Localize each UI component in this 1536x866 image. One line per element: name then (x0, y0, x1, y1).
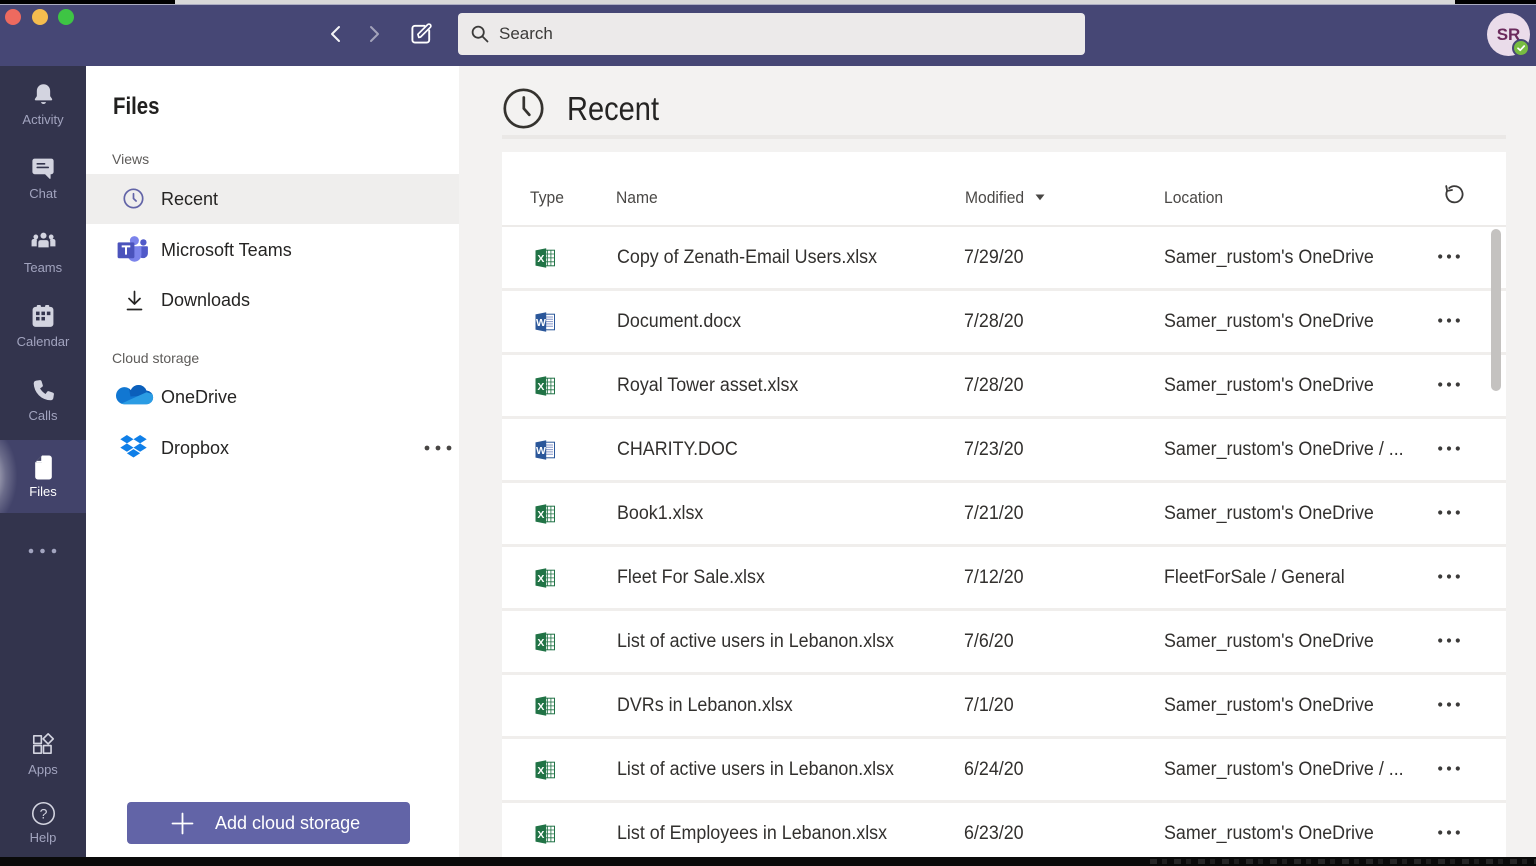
svg-text:?: ? (39, 805, 47, 821)
svg-text:W: W (536, 317, 546, 329)
svg-text:X: X (537, 573, 544, 585)
svg-text:X: X (537, 829, 544, 841)
svg-text:X: X (537, 765, 544, 777)
svg-text:X: X (537, 253, 544, 265)
svg-text:W: W (536, 445, 546, 457)
svg-text:X: X (537, 637, 544, 649)
svg-text:X: X (537, 701, 544, 713)
svg-text:X: X (537, 509, 544, 521)
svg-text:X: X (537, 381, 544, 393)
